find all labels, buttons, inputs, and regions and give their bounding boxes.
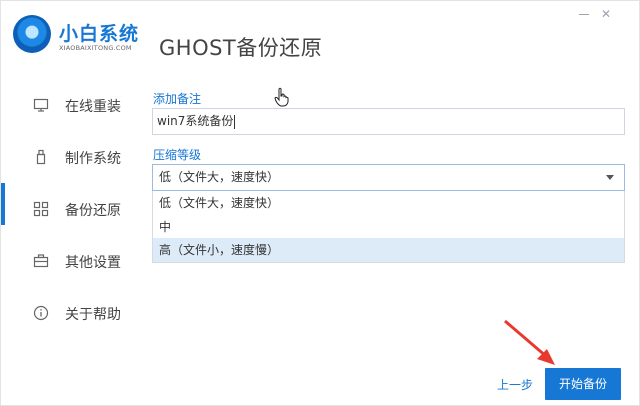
- toolbox-icon: [33, 254, 49, 268]
- text-caret: [234, 114, 236, 129]
- xiaobai-logo-icon: [13, 15, 51, 53]
- sidebar-item-label: 制作系统: [65, 151, 121, 167]
- grid-icon: [33, 201, 49, 217]
- remark-input[interactable]: win7系统备份: [152, 108, 625, 135]
- sidebar-item-make-system[interactable]: 制作系统: [1, 137, 141, 177]
- compression-level-select[interactable]: 低（文件大，速度快）: [152, 164, 625, 191]
- sidebar: 在线重装 制作系统 备份还原 其他设置 关于帮助: [1, 79, 141, 349]
- remark-label: 添加备注: [153, 92, 202, 106]
- compression-level-dropdown: 低（文件大，速度快） 中 高（文件小，速度慢）: [152, 191, 625, 263]
- red-arrow-annotation-icon: [504, 319, 555, 365]
- compression-level-label: 压缩等级: [153, 148, 202, 162]
- sidebar-active-indicator: [1, 183, 5, 225]
- remark-value: win7系统备份: [157, 114, 234, 128]
- dropdown-option-low[interactable]: 低（文件大，速度快）: [153, 191, 624, 215]
- info-icon: [33, 305, 49, 321]
- start-backup-button[interactable]: 开始备份: [545, 368, 621, 400]
- select-value: 低（文件大，速度快）: [159, 170, 280, 184]
- close-icon[interactable]: ✕: [599, 7, 613, 21]
- previous-step-link[interactable]: 上一步: [497, 376, 533, 393]
- sidebar-item-label: 关于帮助: [65, 307, 121, 323]
- hand-cursor-icon: [274, 87, 289, 107]
- dropdown-option-medium[interactable]: 中: [153, 215, 624, 239]
- sidebar-item-backup-restore[interactable]: 备份还原: [1, 189, 141, 229]
- sidebar-item-label: 在线重装: [65, 99, 121, 115]
- sidebar-item-about-help[interactable]: 关于帮助: [1, 293, 141, 333]
- sidebar-item-label: 其他设置: [65, 255, 121, 271]
- sidebar-item-other-settings[interactable]: 其他设置: [1, 241, 141, 281]
- monitor-icon: [33, 98, 49, 112]
- page-title: GHOST备份还原: [159, 36, 323, 60]
- dropdown-option-high[interactable]: 高（文件小，速度慢）: [153, 238, 624, 262]
- sidebar-item-label: 备份还原: [65, 203, 121, 219]
- brand-name: 小白系统: [59, 23, 140, 45]
- app-window: 小白系统 XIAOBAIXITONG.COM GHOST备份还原 ✕ 在线重装 …: [0, 0, 640, 406]
- chevron-down-icon[interactable]: [606, 175, 614, 180]
- usb-drive-icon: [36, 149, 46, 165]
- sidebar-item-online-reinstall[interactable]: 在线重装: [1, 85, 141, 125]
- brand-url: XIAOBAIXITONG.COM: [59, 44, 132, 52]
- minimize-icon[interactable]: [577, 7, 591, 21]
